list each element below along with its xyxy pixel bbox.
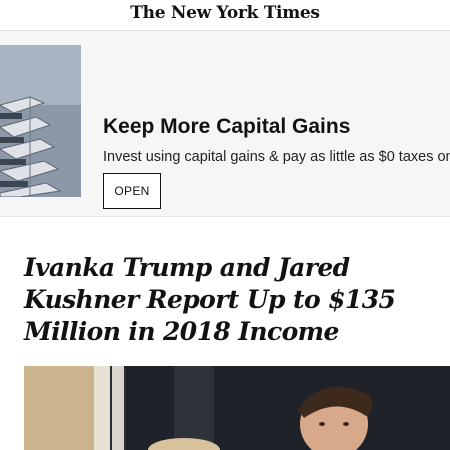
top-bar: The New York Times: [0, 0, 450, 31]
ad-description: Invest using capital gains & pay as litt…: [103, 149, 450, 165]
building-photo-icon[interactable]: [0, 45, 81, 197]
article-headline[interactable]: Ivanka Trump and Jared Kushner Report Up…: [24, 252, 434, 348]
advertisement-banner[interactable]: Keep More Capital Gains Invest using cap…: [0, 31, 450, 216]
nyt-logo[interactable]: The New York Times: [0, 3, 450, 23]
ad-title[interactable]: Keep More Capital Gains: [103, 115, 350, 139]
divider: [0, 216, 450, 217]
open-button[interactable]: OPEN: [103, 173, 161, 209]
news-photo-icon[interactable]: [24, 366, 450, 450]
